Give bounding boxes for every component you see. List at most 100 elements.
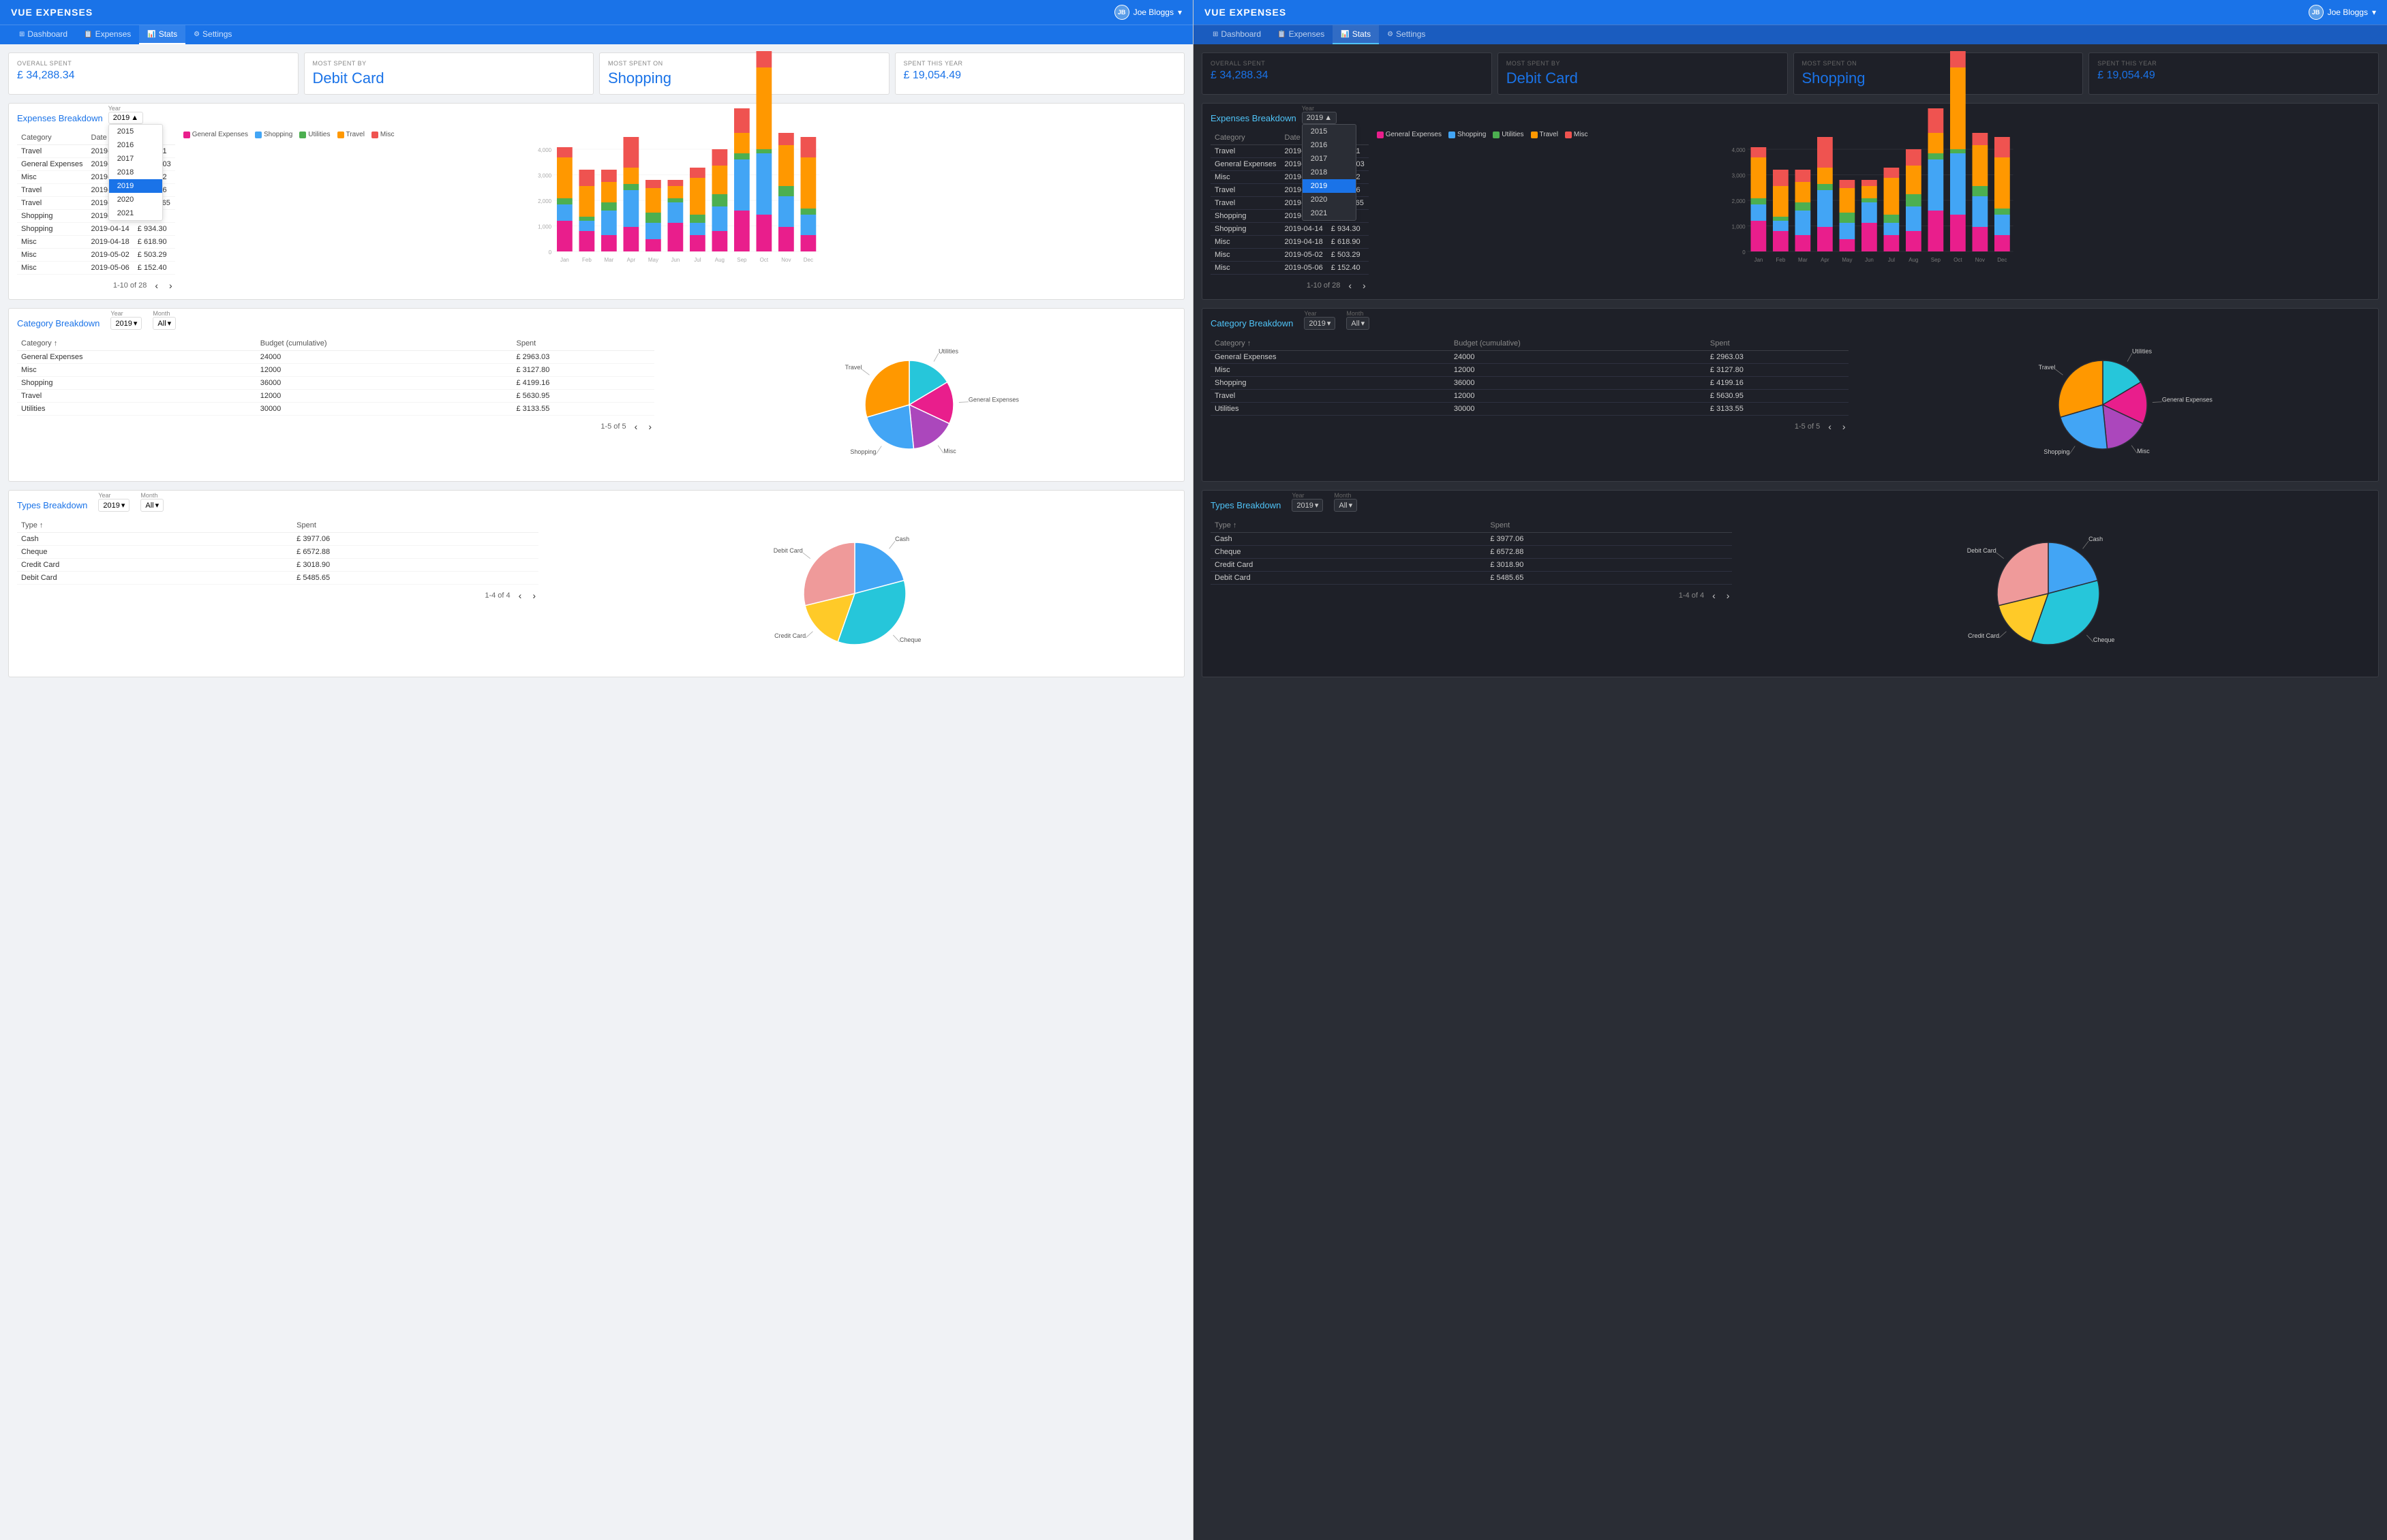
nav-settings-dark[interactable]: ⚙Settings xyxy=(1379,25,1433,44)
year-2015-dark[interactable]: 2015 xyxy=(1303,125,1356,138)
legend-item: Shopping xyxy=(255,131,292,138)
stat-year-light: SPENT THIS YEAR £ 19,054.49 xyxy=(895,52,1185,95)
header-dark: VUE EXPENSES JB Joe Bloggs ▾ xyxy=(1194,0,2387,25)
year-2016-light[interactable]: 2016 xyxy=(109,138,162,152)
year-2021-light[interactable]: 2021 xyxy=(109,206,162,220)
year-2016-dark[interactable]: 2016 xyxy=(1303,138,1356,152)
types-year-dropdown-dark[interactable]: Year 2019 ▾ xyxy=(1292,499,1323,512)
types-year-dropdown-light[interactable]: Year 2019 ▾ xyxy=(98,499,130,512)
svg-text:Jul: Jul xyxy=(1887,257,1894,263)
cat-pagination-light: 1-5 of 5 ‹ › xyxy=(17,421,654,432)
app-title-dark: VUE EXPENSES xyxy=(1204,7,1286,18)
year-2020-light[interactable]: 2020 xyxy=(109,193,162,206)
cat-col-category[interactable]: Category ↑ xyxy=(17,337,256,351)
year-select-dark[interactable]: 2019 ▲ xyxy=(1302,112,1337,124)
stat-by-dark: MOST SPENT BY Debit Card xyxy=(1497,52,1788,95)
next-page-cat-light[interactable]: › xyxy=(645,421,654,432)
table-row: Utilities30000£ 3133.55 xyxy=(1211,403,1849,416)
cat-year-dropdown-dark[interactable]: Year 2019 ▾ xyxy=(1304,317,1335,330)
types-col-type[interactable]: Type ↑ xyxy=(17,519,292,533)
year-2021-dark[interactable]: 2021 xyxy=(1303,206,1356,220)
user-area-dark[interactable]: JB Joe Bloggs ▾ xyxy=(2309,5,2376,20)
cat-year-select-light[interactable]: 2019 ▾ xyxy=(110,317,142,330)
svg-text:Jun: Jun xyxy=(1865,257,1874,263)
prev-page-expenses-dark[interactable]: ‹ xyxy=(1345,280,1354,291)
nav-settings-light[interactable]: ⚙Settings xyxy=(185,25,240,44)
cat-month-select-dark[interactable]: All ▾ xyxy=(1346,317,1369,330)
next-page-types-dark[interactable]: › xyxy=(1724,590,1733,601)
svg-text:Nov: Nov xyxy=(1975,257,1984,263)
svg-text:0: 0 xyxy=(1742,249,1746,256)
svg-text:Credit Card: Credit Card xyxy=(1968,632,1999,639)
category-breakdown-title-dark: Category Breakdown xyxy=(1211,318,1293,328)
prev-page-expenses-light[interactable]: ‹ xyxy=(152,280,161,291)
year-select-light[interactable]: 2019 ▲ xyxy=(108,112,143,124)
types-month-dropdown-light[interactable]: Month All ▾ xyxy=(140,499,164,512)
chevron-down-icon-cat-month: ▾ xyxy=(168,319,172,328)
year-label-light: Year xyxy=(108,105,121,112)
next-page-expenses-light[interactable]: › xyxy=(166,280,175,291)
year-dropdown-light[interactable]: Year 2019 ▲ 2015 2016 2017 2018 2019 202… xyxy=(108,112,143,124)
types-year-select-dark[interactable]: 2019 ▾ xyxy=(1292,499,1323,512)
year-2017-dark[interactable]: 2017 xyxy=(1303,152,1356,166)
svg-text:Jun: Jun xyxy=(671,257,680,263)
table-row: Misc12000£ 3127.80 xyxy=(1211,364,1849,377)
expenses-chart-container-dark: Category Date ↑ Value Travel2019-01-05£ … xyxy=(1211,131,2370,291)
year-dropdown-menu-dark[interactable]: 2015 2016 2017 2018 2019 2020 2021 xyxy=(1302,124,1356,221)
nav-dashboard-light[interactable]: ⊞Dashboard xyxy=(11,25,76,44)
cat-col-category-dark[interactable]: Category ↑ xyxy=(1211,337,1450,351)
year-2019-light[interactable]: 2019 xyxy=(109,179,162,193)
chevron-down-icon-cat-year-dark: ▾ xyxy=(1327,319,1331,328)
types-col-type-dark[interactable]: Type ↑ xyxy=(1211,519,1486,533)
username-dark: Joe Bloggs xyxy=(2328,7,2368,17)
settings-icon: ⚙ xyxy=(194,31,200,38)
nav-expenses-light[interactable]: 📋Expenses xyxy=(76,25,139,44)
expenses-pagination-light: 1-10 of 28 ‹ › xyxy=(17,280,175,291)
year-2018-light[interactable]: 2018 xyxy=(109,166,162,179)
svg-text:Cheque: Cheque xyxy=(2093,636,2115,643)
year-2015-light[interactable]: 2015 xyxy=(109,125,162,138)
cat-year-dropdown-light[interactable]: Year 2019 ▾ xyxy=(110,317,142,330)
types-year-select-light[interactable]: 2019 ▾ xyxy=(98,499,130,512)
table-row: Misc2019-05-06£ 152.40 xyxy=(17,262,175,275)
next-page-types-light[interactable]: › xyxy=(530,590,538,601)
nav-stats-dark[interactable]: 📊Stats xyxy=(1333,25,1379,44)
expenses-breakdown-section-light: Expenses Breakdown Year 2019 ▲ 2015 2016… xyxy=(8,103,1185,300)
prev-page-cat-light[interactable]: ‹ xyxy=(632,421,641,432)
types-table-light: Type ↑ Spent Cash£ 3977.06Cheque£ 6572.8… xyxy=(17,519,538,601)
next-page-expenses-dark[interactable]: › xyxy=(1360,280,1369,291)
svg-text:3,000: 3,000 xyxy=(538,173,552,179)
cat-month-select-light[interactable]: All ▾ xyxy=(153,317,176,330)
prev-page-cat-dark[interactable]: ‹ xyxy=(1825,421,1834,432)
table-row: Credit Card£ 3018.90 xyxy=(17,559,538,572)
year-dropdown-dark[interactable]: Year 2019 ▲ 2015 2016 2017 2018 2019 202… xyxy=(1302,112,1337,124)
types-month-dropdown-dark[interactable]: Month All ▾ xyxy=(1334,499,1357,512)
svg-text:General Expenses: General Expenses xyxy=(2162,397,2213,403)
stat-on-light: MOST SPENT ON Shopping xyxy=(599,52,890,95)
year-dropdown-menu-light[interactable]: 2015 2016 2017 2018 2019 2020 2021 xyxy=(108,124,163,221)
types-breakdown-header-light: Types Breakdown Year 2019 ▾ Month All ▾ xyxy=(17,499,1176,512)
next-page-cat-dark[interactable]: › xyxy=(1840,421,1849,432)
user-area-light[interactable]: JB Joe Bloggs ▾ xyxy=(1114,5,1182,20)
prev-page-types-light[interactable]: ‹ xyxy=(516,590,525,601)
stat-cards-light: OVERALL SPENT £ 34,288.34 MOST SPENT BY … xyxy=(8,52,1185,95)
prev-page-types-dark[interactable]: ‹ xyxy=(1709,590,1718,601)
types-month-select-dark[interactable]: All ▾ xyxy=(1334,499,1357,512)
types-month-select-light[interactable]: All ▾ xyxy=(140,499,164,512)
nav-dashboard-dark[interactable]: ⊞Dashboard xyxy=(1204,25,1269,44)
legend-item: Misc xyxy=(1565,131,1588,138)
svg-text:General Expenses: General Expenses xyxy=(968,397,1019,403)
expenses-chart-container-light: Category Date ↑ Value Travel2019-01-05£ … xyxy=(17,131,1176,291)
stat-by-light: MOST SPENT BY Debit Card xyxy=(304,52,594,95)
year-2018-dark[interactable]: 2018 xyxy=(1303,166,1356,179)
year-2020-dark[interactable]: 2020 xyxy=(1303,193,1356,206)
year-2017-light[interactable]: 2017 xyxy=(109,152,162,166)
nav-stats-light[interactable]: 📊Stats xyxy=(139,25,185,44)
cat-year-select-dark[interactable]: 2019 ▾ xyxy=(1304,317,1335,330)
cat-month-dropdown-dark[interactable]: Month All ▾ xyxy=(1346,317,1369,330)
year-2019-dark[interactable]: 2019 xyxy=(1303,179,1356,193)
nav-expenses-dark[interactable]: 📋Expenses xyxy=(1269,25,1333,44)
stat-on-dark: MOST SPENT ON Shopping xyxy=(1793,52,2084,95)
cat-month-dropdown-light[interactable]: Month All ▾ xyxy=(153,317,176,330)
svg-text:Nov: Nov xyxy=(781,257,791,263)
